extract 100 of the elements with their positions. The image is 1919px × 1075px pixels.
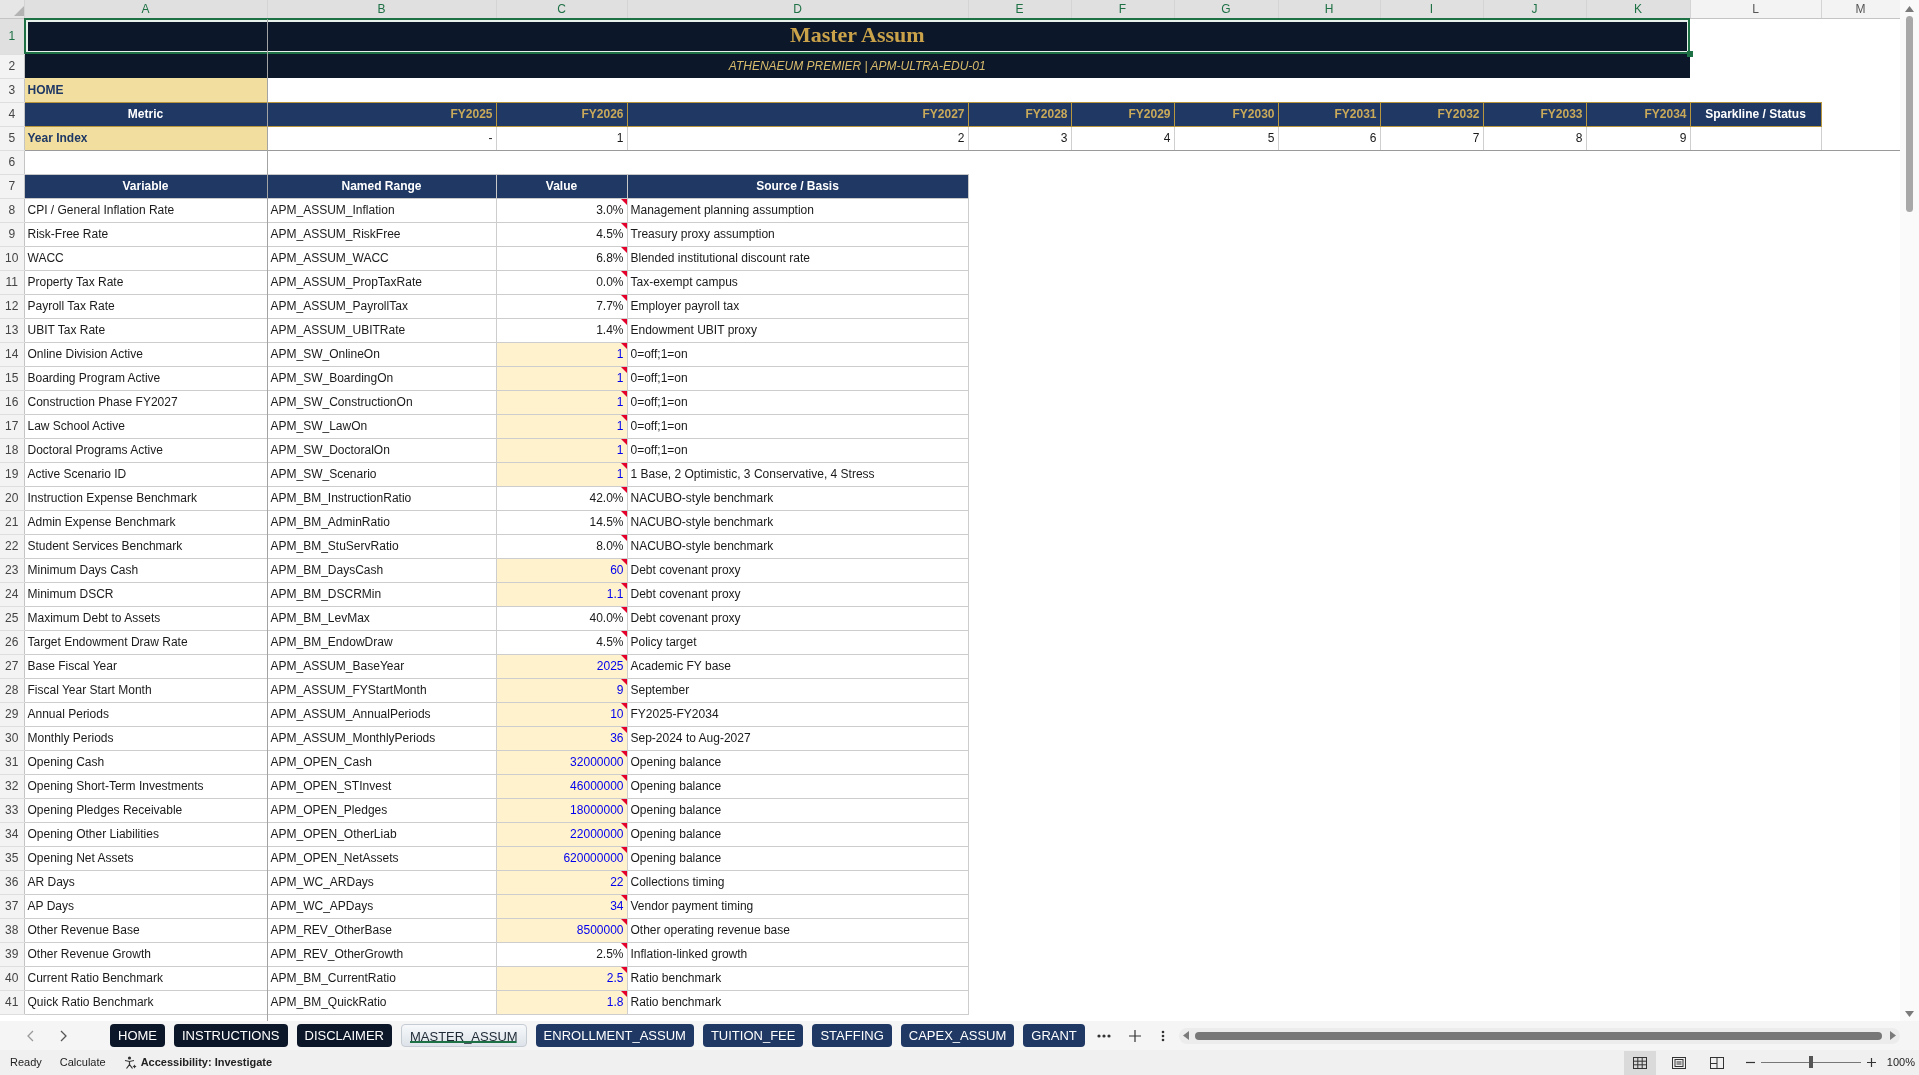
- home-link[interactable]: HOME: [24, 78, 267, 102]
- row-heading[interactable]: 14: [0, 342, 24, 366]
- row-heading[interactable]: 11: [0, 270, 24, 294]
- row-heading[interactable]: 33: [0, 798, 24, 822]
- comment-indicator-icon[interactable]: [620, 654, 627, 661]
- row-heading[interactable]: 35: [0, 846, 24, 870]
- column-heading[interactable]: G: [1174, 0, 1278, 18]
- column-heading[interactable]: K: [1586, 0, 1690, 18]
- row-heading[interactable]: 10: [0, 246, 24, 270]
- comment-indicator-icon[interactable]: [620, 270, 627, 277]
- row-heading[interactable]: 5: [0, 126, 24, 150]
- calculate-button[interactable]: Calculate: [59, 1054, 106, 1071]
- row-heading[interactable]: 37: [0, 894, 24, 918]
- row-heading[interactable]: 17: [0, 414, 24, 438]
- sheet-tab[interactable]: DISCLAIMER: [296, 1024, 392, 1047]
- row-heading[interactable]: 30: [0, 726, 24, 750]
- column-heading[interactable]: C: [496, 0, 627, 18]
- sheet-tab[interactable]: GRANT: [1023, 1024, 1085, 1047]
- accessibility-icon[interactable]: [123, 1056, 137, 1069]
- arrow-right-icon[interactable]: [1890, 1031, 1896, 1040]
- table-cell: Endowment UBIT proxy: [627, 318, 968, 342]
- comment-indicator-icon[interactable]: [620, 246, 627, 253]
- column-heading[interactable]: B: [267, 0, 496, 18]
- row-heading[interactable]: 29: [0, 702, 24, 726]
- row-heading[interactable]: 25: [0, 606, 24, 630]
- comment-indicator-icon[interactable]: [620, 966, 627, 973]
- column-heading[interactable]: H: [1278, 0, 1380, 18]
- row-heading[interactable]: 8: [0, 198, 24, 222]
- sheet-tab[interactable]: CAPEX_ASSUM: [900, 1024, 1015, 1047]
- row-heading[interactable]: 31: [0, 750, 24, 774]
- row-heading[interactable]: 28: [0, 678, 24, 702]
- vertical-ellipsis-icon[interactable]: [1160, 1029, 1165, 1042]
- comment-indicator-icon[interactable]: [620, 558, 627, 565]
- row-heading[interactable]: 15: [0, 366, 24, 390]
- sheet-tab[interactable]: STAFFING: [812, 1024, 892, 1047]
- row-heading[interactable]: 12: [0, 294, 24, 318]
- row-heading[interactable]: 39: [0, 942, 24, 966]
- table-cell: APM_SW_DoctoralOn: [267, 438, 496, 462]
- scrollbar-thumb[interactable]: [1906, 16, 1913, 212]
- more-icon[interactable]: [1096, 1033, 1111, 1038]
- sheet-tab[interactable]: HOME: [110, 1024, 165, 1047]
- row-heading[interactable]: 4: [0, 102, 24, 126]
- column-heading[interactable]: F: [1071, 0, 1174, 18]
- plus-icon[interactable]: [1128, 1029, 1141, 1042]
- row-heading[interactable]: 40: [0, 966, 24, 990]
- arrow-up-icon[interactable]: [1905, 6, 1914, 12]
- row-heading[interactable]: 3: [0, 78, 24, 102]
- plus-icon[interactable]: [1866, 1058, 1876, 1067]
- row-heading[interactable]: 22: [0, 534, 24, 558]
- column-heading[interactable]: D: [627, 0, 968, 18]
- sheet-tab[interactable]: TUITION_FEE: [702, 1024, 804, 1047]
- sheet-tab[interactable]: INSTRUCTIONS: [174, 1024, 288, 1047]
- row-heading[interactable]: 13: [0, 318, 24, 342]
- cell-value: 1: [616, 395, 624, 409]
- row-heading[interactable]: 20: [0, 486, 24, 510]
- row-heading[interactable]: 21: [0, 510, 24, 534]
- arrow-down-icon[interactable]: [1905, 1011, 1914, 1017]
- sheet-tab[interactable]: ENROLLMENT_ASSUM: [535, 1024, 694, 1047]
- row-heading[interactable]: 18: [0, 438, 24, 462]
- comment-indicator-icon[interactable]: [620, 222, 627, 229]
- row-heading[interactable]: 23: [0, 558, 24, 582]
- comment-indicator-icon[interactable]: [620, 318, 627, 325]
- year-header: FY2031: [1278, 102, 1380, 126]
- row-heading[interactable]: 19: [0, 462, 24, 486]
- row-heading[interactable]: 1: [0, 18, 24, 54]
- accessibility-status[interactable]: Accessibility: Investigate: [140, 1054, 273, 1071]
- row-heading[interactable]: 26: [0, 630, 24, 654]
- row-heading[interactable]: 7: [0, 174, 24, 198]
- row-heading[interactable]: 16: [0, 390, 24, 414]
- column-heading[interactable]: J: [1483, 0, 1586, 18]
- sheet-tab[interactable]: MASTER_ASSUM: [400, 1024, 527, 1047]
- column-heading[interactable]: M: [1821, 0, 1900, 18]
- row-heading[interactable]: 34: [0, 822, 24, 846]
- column-heading[interactable]: A: [24, 0, 267, 18]
- comment-indicator-icon[interactable]: [620, 510, 627, 517]
- grid-view-icon[interactable]: [1623, 1050, 1656, 1075]
- fill-handle-icon[interactable]: [1687, 51, 1693, 57]
- column-heading[interactable]: L: [1690, 0, 1821, 18]
- row-heading[interactable]: 24: [0, 582, 24, 606]
- row-heading[interactable]: 32: [0, 774, 24, 798]
- chevron-left-icon[interactable]: [27, 1029, 34, 1042]
- column-heading[interactable]: I: [1380, 0, 1483, 18]
- row-heading[interactable]: 38: [0, 918, 24, 942]
- comment-indicator-icon[interactable]: [620, 534, 627, 541]
- arrow-left-icon[interactable]: [1182, 1031, 1189, 1040]
- slider-thumb[interactable]: [1808, 1056, 1813, 1068]
- row-heading[interactable]: 6: [0, 150, 24, 174]
- row-heading[interactable]: 2: [0, 54, 24, 78]
- row-heading[interactable]: 36: [0, 870, 24, 894]
- row-heading[interactable]: 27: [0, 654, 24, 678]
- scrollbar-thumb[interactable]: [1194, 1031, 1882, 1040]
- row-heading[interactable]: 41: [0, 990, 24, 1014]
- comment-indicator-icon[interactable]: [620, 342, 627, 349]
- zoom-level[interactable]: 100%: [1886, 1054, 1915, 1071]
- column-heading[interactable]: E: [968, 0, 1071, 18]
- comment-indicator-icon[interactable]: [620, 294, 627, 301]
- chevron-right-icon[interactable]: [60, 1029, 67, 1042]
- comment-indicator-icon[interactable]: [620, 630, 627, 637]
- cell-value: 2.5: [606, 971, 624, 985]
- row-heading[interactable]: 9: [0, 222, 24, 246]
